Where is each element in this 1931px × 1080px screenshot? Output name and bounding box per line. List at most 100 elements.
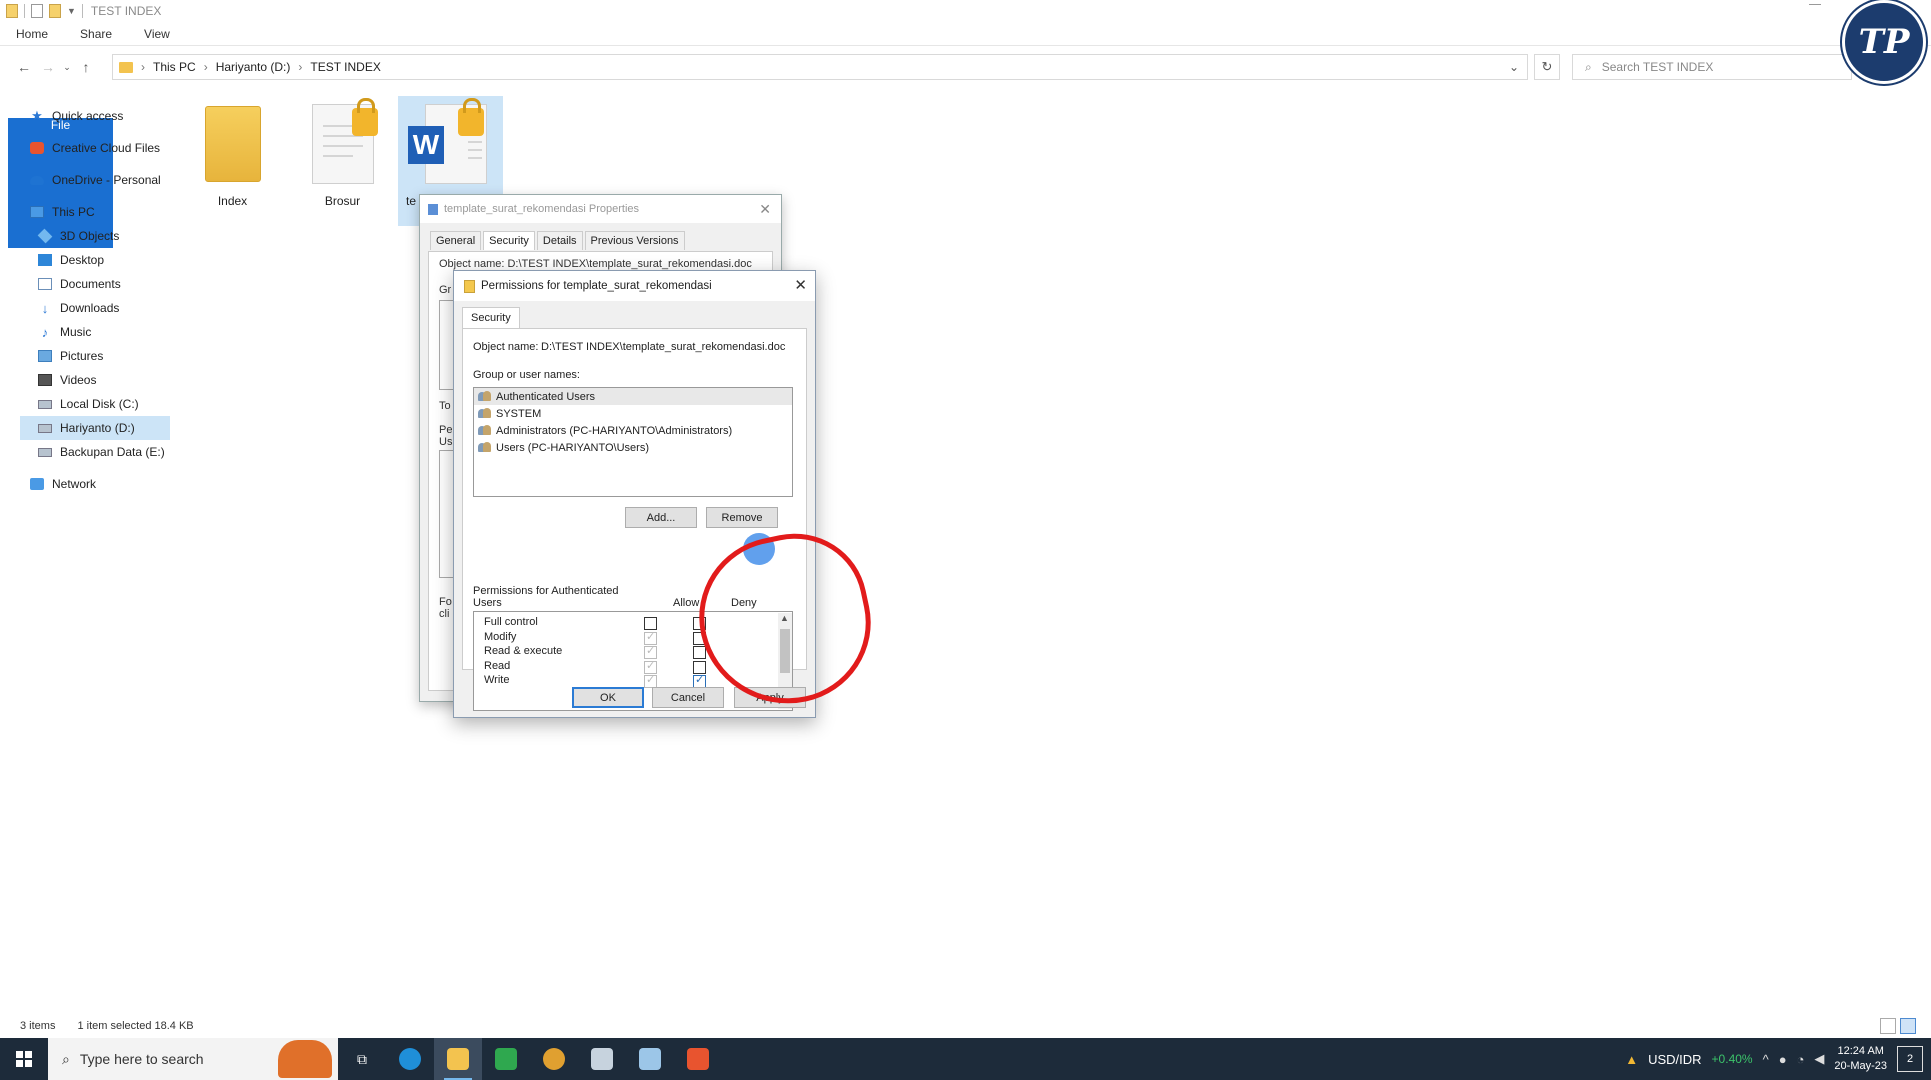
chevron-down-icon[interactable]: ⌄ [1509, 60, 1519, 74]
taskbar-app-camtasia[interactable] [482, 1038, 530, 1080]
sidebar-item-desktop[interactable]: Desktop [20, 248, 170, 272]
ticker-symbol[interactable]: USD/IDR [1648, 1052, 1701, 1067]
new-folder-icon[interactable] [49, 4, 61, 18]
cancel-button[interactable]: Cancel [652, 687, 724, 708]
tab-share[interactable]: Share [64, 22, 128, 45]
tab-general[interactable]: General [430, 231, 482, 250]
folder-icon [464, 279, 475, 293]
channel-logo: TP [1842, 0, 1926, 84]
refresh-button[interactable]: ↻ [1534, 54, 1560, 80]
documents-icon [38, 278, 52, 290]
taskbar-app-edge[interactable] [386, 1038, 434, 1080]
search-placeholder: Search TEST INDEX [1601, 60, 1714, 74]
sidebar-item-3d-objects[interactable]: 3D Objects [20, 224, 170, 248]
allow-checkbox[interactable] [644, 644, 657, 660]
breadcrumb-drive[interactable]: Hariyanto (D:) [216, 60, 291, 74]
tab-previous-versions[interactable]: Previous Versions [584, 231, 685, 250]
list-item[interactable]: Authenticated Users [474, 388, 792, 405]
sidebar-item-label: Videos [60, 373, 97, 387]
creative-cloud-icon [30, 142, 44, 154]
sidebar-item-network[interactable]: Network [20, 472, 170, 496]
permission-row-label: Modify [484, 630, 517, 643]
recent-locations-icon[interactable]: ⌄ [60, 62, 74, 73]
file-item-brosur[interactable]: Brosur [290, 96, 395, 226]
group-names-label: Group or user names: [473, 369, 580, 381]
details-view-button[interactable] [1880, 1018, 1896, 1034]
notification-button[interactable]: 2 [1897, 1046, 1923, 1072]
file-explorer-icon [447, 1048, 469, 1070]
videos-icon [38, 374, 52, 386]
minimize-button[interactable] [1809, 4, 1821, 5]
deny-checkbox[interactable] [693, 646, 706, 660]
sidebar-item-label: Music [60, 325, 92, 339]
app-icon [639, 1048, 661, 1070]
tab-view[interactable]: View [128, 22, 186, 45]
sidebar-item-label: Pictures [60, 349, 104, 363]
allow-checkbox[interactable] [644, 659, 657, 674]
breadcrumb-this-pc[interactable]: This PC [153, 60, 196, 74]
sidebar-item-onedrive[interactable]: OneDrive - Personal [20, 168, 170, 192]
tab-security[interactable]: Security [462, 307, 520, 328]
status-bar: 3 items 1 item selected 18.4 KB [20, 1020, 194, 1032]
task-view-button[interactable]: ⧉ [338, 1038, 386, 1080]
breadcrumb-folder[interactable]: TEST INDEX [310, 60, 380, 74]
search-icon: ⌕ [62, 1050, 70, 1067]
sidebar-item-label: Creative Cloud Files [52, 141, 161, 155]
close-icon[interactable]: ✕ [794, 276, 807, 294]
chevron-up-icon[interactable]: ^ [1763, 1052, 1769, 1067]
sidebar-item-creative-cloud[interactable]: Creative Cloud Files [20, 136, 170, 160]
sidebar-item-music[interactable]: ♪ Music [20, 320, 170, 344]
wifi-icon[interactable]: ◔ [1797, 1052, 1805, 1067]
search-input[interactable]: ⌕ Search TEST INDEX [1572, 54, 1852, 80]
volume-icon[interactable]: ◀ [1814, 1051, 1824, 1067]
back-arrow-icon[interactable]: ← [12, 59, 36, 75]
sidebar-item-local-disk-c[interactable]: Local Disk (C:) [20, 392, 170, 416]
dialog-titlebar: Permissions for template_surat_rekomenda… [454, 271, 815, 301]
deny-checkbox[interactable] [693, 660, 706, 674]
object-name-label: Object name: [473, 341, 539, 353]
list-item[interactable]: SYSTEM [474, 405, 792, 422]
taskbar-search[interactable]: ⌕ Type here to search [48, 1038, 338, 1080]
taskbar-app-7[interactable] [674, 1038, 722, 1080]
users-icon [478, 391, 492, 402]
tab-details[interactable]: Details [536, 231, 583, 250]
up-arrow-icon[interactable]: ↑ [74, 59, 98, 75]
add-button[interactable]: Add... [625, 507, 697, 528]
customize-dropdown-icon[interactable]: ▼ [67, 6, 76, 16]
network-icon [30, 478, 44, 490]
users-list[interactable]: Authenticated Users SYSTEM Administrator… [473, 387, 793, 497]
sidebar-item-downloads[interactable]: ↓ Downloads [20, 296, 170, 320]
sidebar-item-videos[interactable]: Videos [20, 368, 170, 392]
microphone-icon[interactable]: ● [1779, 1052, 1787, 1067]
sidebar-item-this-pc[interactable]: This PC [20, 200, 170, 224]
remove-button[interactable]: Remove [706, 507, 778, 528]
address-bar[interactable]: › This PC › Hariyanto (D:) › TEST INDEX … [112, 54, 1528, 80]
large-icons-view-button[interactable] [1900, 1018, 1916, 1034]
allow-checkbox[interactable] [644, 617, 657, 630]
tab-home[interactable]: Home [0, 22, 64, 45]
ok-button[interactable]: OK [572, 687, 644, 708]
sidebar-item-documents[interactable]: Documents [20, 272, 170, 296]
taskbar-app-chrome[interactable] [530, 1038, 578, 1080]
list-item[interactable]: Users (PC-HARIYANTO\Users) [474, 439, 792, 456]
list-item[interactable]: Administrators (PC-HARIYANTO\Administrat… [474, 422, 792, 439]
taskbar-app-5[interactable] [578, 1038, 626, 1080]
sidebar-item-backupan-e[interactable]: Backupan Data (E:) [20, 440, 170, 464]
start-button[interactable] [0, 1038, 48, 1080]
search-icon: ⌕ [1585, 59, 1592, 74]
file-item-index[interactable]: Index [180, 96, 285, 226]
close-icon[interactable]: ✕ [759, 201, 771, 218]
clock[interactable]: 12:24 AM 20-May-23 [1834, 1044, 1887, 1074]
tab-security[interactable]: Security [483, 231, 535, 250]
sidebar-item-pictures[interactable]: Pictures [20, 344, 170, 368]
folder-icon [204, 106, 261, 182]
taskbar-app-explorer[interactable] [434, 1038, 482, 1080]
taskbar-app-6[interactable] [626, 1038, 674, 1080]
forward-arrow-icon[interactable]: → [36, 59, 60, 75]
properties-icon[interactable] [31, 4, 43, 18]
sidebar-item-quick-access[interactable]: ★ Quick access [20, 104, 170, 128]
sidebar-item-hariyanto-d[interactable]: Hariyanto (D:) [20, 416, 170, 440]
allow-checkbox[interactable] [644, 630, 657, 645]
label-fragment: Pe [439, 424, 453, 436]
navigation-pane: ★ Quick access Creative Cloud Files OneDr… [20, 104, 170, 496]
